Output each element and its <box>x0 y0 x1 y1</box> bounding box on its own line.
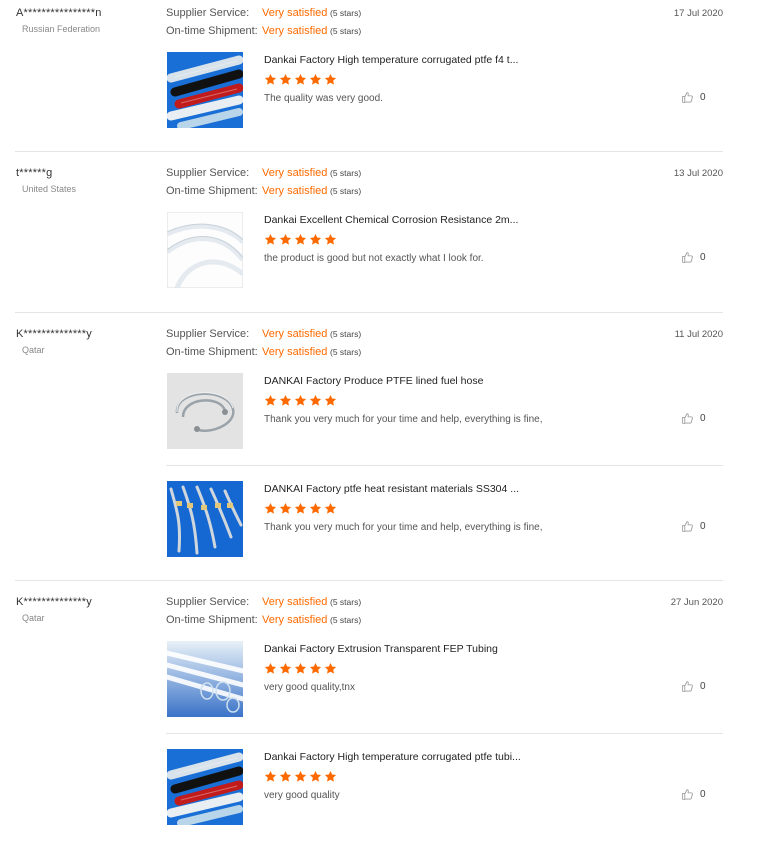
ontime-shipment-label: On-time Shipment: <box>166 185 258 197</box>
supplier-service-value: Very satisfied <box>262 596 328 608</box>
supplier-service-label: Supplier Service: <box>166 596 250 608</box>
review-divider <box>15 151 723 152</box>
like-button[interactable]: 0 <box>681 91 706 104</box>
supplier-service-label: Supplier Service: <box>166 328 250 340</box>
supplier-service-value: Very satisfied <box>262 7 328 19</box>
review-date: 17 Jul 2020 <box>673 8 723 19</box>
supplier-service-rating: Supplier Service: Very satisfied (5 stars) <box>166 6 361 20</box>
buyer-name: t******g <box>16 167 53 179</box>
ontime-shipment-rating: On-time Shipment: Very satisfied (5 stars) <box>166 613 361 627</box>
supplier-service-stars: (5 stars) <box>330 597 362 607</box>
review-item: Dankai Factory Extrusion Transparent FEP… <box>166 641 723 719</box>
product-title-link[interactable]: DANKAI Factory ptfe heat resistant mater… <box>264 483 519 495</box>
review-comment: The quality was very good. <box>264 93 383 104</box>
supplier-service-value: Very satisfied <box>262 167 328 179</box>
review-date: 11 Jul 2020 <box>674 329 723 340</box>
buyer-name: A****************n <box>16 7 102 19</box>
review-date: 13 Jul 2020 <box>673 168 723 179</box>
product-thumbnail[interactable] <box>167 52 243 128</box>
thumb-up-icon[interactable] <box>681 251 694 264</box>
ontime-shipment-rating: On-time Shipment: Very satisfied (5 stars) <box>166 24 361 38</box>
item-divider <box>166 733 723 734</box>
thumb-up-icon[interactable] <box>681 91 694 104</box>
supplier-service-rating: Supplier Service: Very satisfied (5 stars) <box>166 327 361 341</box>
ontime-shipment-stars: (5 stars) <box>330 347 362 357</box>
product-thumbnail[interactable] <box>167 212 243 288</box>
review-comment: Thank you very much for your time and he… <box>264 522 543 533</box>
supplier-service-stars: (5 stars) <box>330 329 362 339</box>
product-rating-stars <box>264 73 337 87</box>
buyer-name: K**************y <box>16 596 92 608</box>
ontime-shipment-rating: On-time Shipment: Very satisfied (5 stars) <box>166 184 361 198</box>
like-button[interactable]: 0 <box>681 520 706 533</box>
like-button[interactable]: 0 <box>681 680 706 693</box>
like-count: 0 <box>700 681 706 692</box>
ontime-shipment-value: Very satisfied <box>262 185 328 197</box>
ontime-shipment-rating: On-time Shipment: Very satisfied (5 stars) <box>166 345 361 359</box>
review-comment: very good quality,tnx <box>264 682 355 693</box>
product-rating-stars <box>264 233 337 247</box>
product-rating-stars <box>264 394 337 408</box>
ontime-shipment-label: On-time Shipment: <box>166 614 258 626</box>
product-thumbnail[interactable] <box>167 749 243 825</box>
supplier-service-label: Supplier Service: <box>166 167 250 179</box>
review-comment: very good quality <box>264 790 340 801</box>
supplier-service-stars: (5 stars) <box>330 8 362 18</box>
like-count: 0 <box>700 92 706 103</box>
review-item: Dankai Excellent Chemical Corrosion Resi… <box>166 212 723 290</box>
ontime-shipment-value: Very satisfied <box>262 25 328 37</box>
ontime-shipment-stars: (5 stars) <box>330 186 362 196</box>
product-rating-stars <box>264 662 337 676</box>
product-thumbnail[interactable] <box>167 641 243 717</box>
product-title-link[interactable]: DANKAI Factory Produce PTFE lined fuel h… <box>264 375 483 387</box>
product-title-link[interactable]: Dankai Factory High temperature corrugat… <box>264 751 521 763</box>
ontime-shipment-stars: (5 stars) <box>330 615 362 625</box>
review-item: DANKAI Factory ptfe heat resistant mater… <box>166 481 723 559</box>
like-count: 0 <box>700 789 706 800</box>
thumb-up-icon[interactable] <box>681 412 694 425</box>
product-title-link[interactable]: Dankai Factory High temperature corrugat… <box>264 54 518 66</box>
supplier-service-stars: (5 stars) <box>330 168 362 178</box>
supplier-service-value: Very satisfied <box>262 328 328 340</box>
like-count: 0 <box>700 252 706 263</box>
product-thumbnail[interactable] <box>167 481 243 557</box>
product-title-link[interactable]: Dankai Excellent Chemical Corrosion Resi… <box>264 214 518 226</box>
like-count: 0 <box>700 521 706 532</box>
supplier-service-rating: Supplier Service: Very satisfied (5 stars) <box>166 166 361 180</box>
review-item: Dankai Factory High temperature corrugat… <box>166 52 723 130</box>
supplier-service-label: Supplier Service: <box>166 7 250 19</box>
ontime-shipment-value: Very satisfied <box>262 346 328 358</box>
review-date: 27 Jun 2020 <box>670 597 723 608</box>
like-count: 0 <box>700 413 706 424</box>
buyer-country: Russian Federation <box>22 24 101 34</box>
thumb-up-icon[interactable] <box>681 520 694 533</box>
review-divider <box>15 580 723 581</box>
review-divider <box>15 312 723 313</box>
like-button[interactable]: 0 <box>681 788 706 801</box>
buyer-name: K**************y <box>16 328 92 340</box>
product-rating-stars <box>264 502 337 516</box>
product-title-link[interactable]: Dankai Factory Extrusion Transparent FEP… <box>264 643 498 655</box>
review-item: DANKAI Factory Produce PTFE lined fuel h… <box>166 373 723 451</box>
buyer-country: Qatar <box>22 345 45 355</box>
product-thumbnail[interactable] <box>167 373 243 449</box>
ontime-shipment-label: On-time Shipment: <box>166 346 258 358</box>
item-divider <box>166 465 723 466</box>
buyer-country: Qatar <box>22 613 45 623</box>
ontime-shipment-label: On-time Shipment: <box>166 25 258 37</box>
thumb-up-icon[interactable] <box>681 788 694 801</box>
buyer-country: United States <box>22 184 77 194</box>
ontime-shipment-value: Very satisfied <box>262 614 328 626</box>
thumb-up-icon[interactable] <box>681 680 694 693</box>
review-comment: Thank you very much for your time and he… <box>264 414 543 425</box>
like-button[interactable]: 0 <box>681 251 706 264</box>
product-rating-stars <box>264 770 337 784</box>
review-comment: the product is good but not exactly what… <box>264 253 484 264</box>
ontime-shipment-stars: (5 stars) <box>330 26 362 36</box>
like-button[interactable]: 0 <box>681 412 706 425</box>
review-item: Dankai Factory High temperature corrugat… <box>166 749 723 827</box>
supplier-service-rating: Supplier Service: Very satisfied (5 stars) <box>166 595 361 609</box>
